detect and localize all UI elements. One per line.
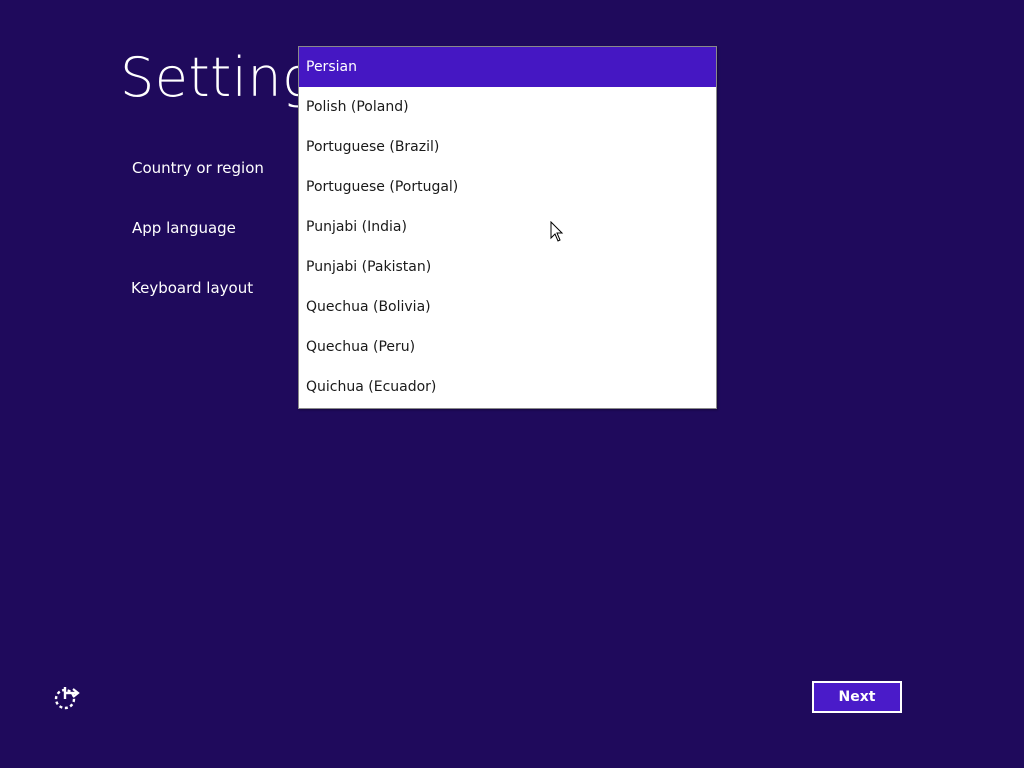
mouse-pointer-icon <box>550 221 564 242</box>
dropdown-item-portuguese-brazil[interactable]: Portuguese (Brazil) <box>299 127 716 167</box>
next-button[interactable]: Next <box>812 681 902 713</box>
country-region-label: Country or region <box>132 159 264 177</box>
dropdown-item-punjabi-india[interactable]: Punjabi (India) <box>299 207 716 247</box>
keyboard-layout-label: Keyboard layout <box>131 279 254 297</box>
language-dropdown-list[interactable]: Persian Polish (Poland) Portuguese (Braz… <box>298 46 717 409</box>
app-language-label: App language <box>132 219 236 237</box>
dropdown-item-polish-poland[interactable]: Polish (Poland) <box>299 87 716 127</box>
dropdown-item-quichua-ecuador[interactable]: Quichua (Ecuador) <box>299 367 716 407</box>
ease-of-access-icon[interactable] <box>52 684 80 712</box>
dropdown-item-persian[interactable]: Persian <box>299 47 716 87</box>
setup-page: Settings Country or region App language … <box>0 0 1024 768</box>
dropdown-item-portuguese-portugal[interactable]: Portuguese (Portugal) <box>299 167 716 207</box>
dropdown-item-quechua-bolivia[interactable]: Quechua (Bolivia) <box>299 287 716 327</box>
dropdown-item-quechua-peru[interactable]: Quechua (Peru) <box>299 327 716 367</box>
dropdown-item-punjabi-pakistan[interactable]: Punjabi (Pakistan) <box>299 247 716 287</box>
